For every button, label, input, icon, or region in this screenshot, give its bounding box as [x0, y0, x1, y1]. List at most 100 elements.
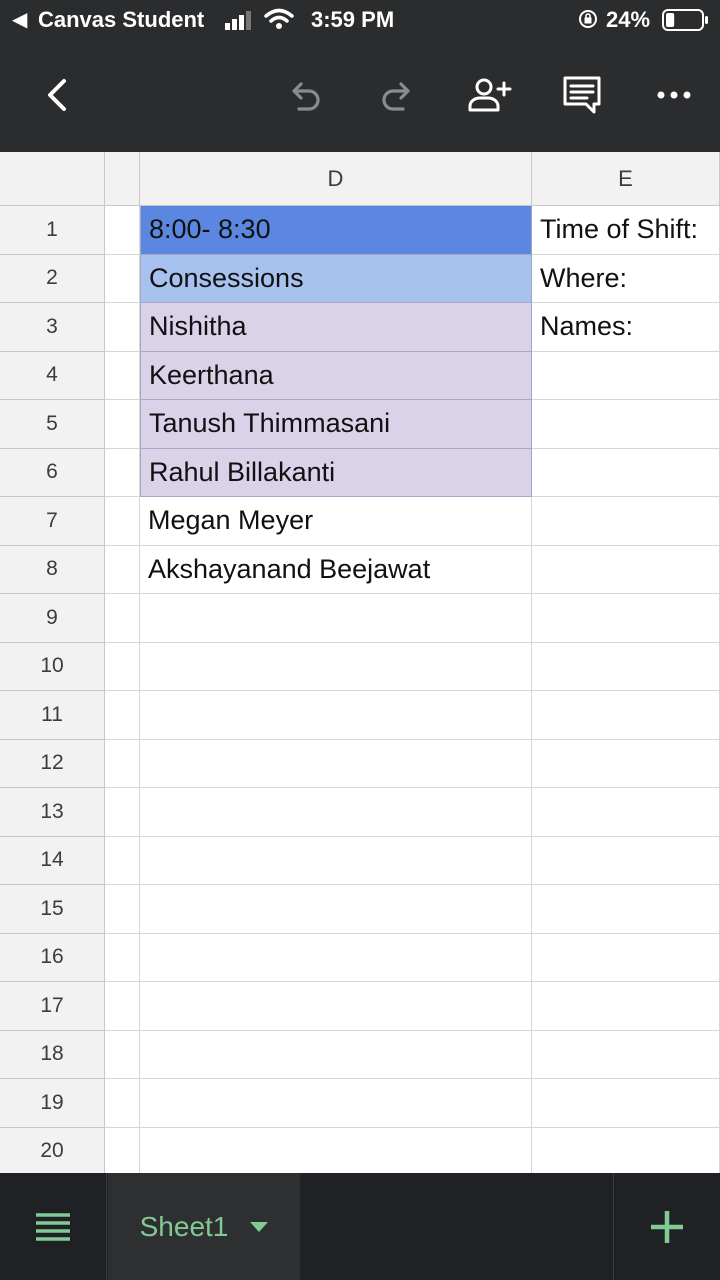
row-header[interactable]: 9	[0, 594, 105, 643]
cell-frozen[interactable]	[105, 1030, 140, 1079]
row-header[interactable]: 20	[0, 1127, 105, 1173]
more-options-button[interactable]	[649, 70, 699, 120]
row-header[interactable]: 8	[0, 545, 105, 594]
cell-e18[interactable]	[532, 1030, 720, 1079]
cell-e1[interactable]: Time of Shift:	[532, 206, 720, 255]
cell-d10[interactable]	[140, 642, 532, 691]
row-header[interactable]: 5	[0, 400, 105, 449]
cell-e8[interactable]	[532, 545, 720, 594]
share-button[interactable]	[464, 70, 514, 120]
status-bar: ◀ Canvas Student 3:59 PM 24%	[0, 0, 720, 40]
back-icon	[48, 79, 66, 111]
cell-frozen[interactable]	[105, 739, 140, 788]
spreadsheet-grid[interactable]: D E 1 8:00- 8:30 Time of Shift: 2 Consession…	[0, 152, 720, 1173]
row-header[interactable]: 4	[0, 351, 105, 400]
cell-d16[interactable]	[140, 933, 532, 982]
more-icon	[657, 91, 691, 99]
column-header-frozen[interactable]	[105, 152, 140, 206]
undo-button[interactable]	[280, 70, 330, 120]
cell-d5[interactable]: Tanush Thimmasani	[140, 400, 532, 449]
cell-frozen[interactable]	[105, 1127, 140, 1173]
row-header[interactable]: 12	[0, 739, 105, 788]
cell-d13[interactable]	[140, 788, 532, 837]
dropdown-arrow-icon[interactable]	[250, 1221, 269, 1232]
row-header[interactable]: 11	[0, 691, 105, 740]
cell-frozen[interactable]	[105, 497, 140, 546]
cell-d11[interactable]	[140, 691, 532, 740]
row-header[interactable]: 17	[0, 982, 105, 1031]
cell-e11[interactable]	[532, 691, 720, 740]
all-sheets-button[interactable]	[0, 1173, 107, 1280]
cell-e20[interactable]	[532, 1127, 720, 1173]
back-to-app-label[interactable]: Canvas Student	[38, 8, 204, 32]
cell-frozen[interactable]	[105, 351, 140, 400]
cell-frozen[interactable]	[105, 885, 140, 934]
cell-d18[interactable]	[140, 1030, 532, 1079]
cell-e16[interactable]	[532, 933, 720, 982]
cell-frozen[interactable]	[105, 545, 140, 594]
back-to-app-icon[interactable]: ◀	[12, 9, 27, 31]
cell-frozen[interactable]	[105, 933, 140, 982]
row-header[interactable]: 13	[0, 788, 105, 837]
cell-frozen[interactable]	[105, 206, 140, 255]
cell-frozen[interactable]	[105, 400, 140, 449]
cell-e13[interactable]	[532, 788, 720, 837]
column-header-d[interactable]: D	[140, 152, 532, 206]
cell-frozen[interactable]	[105, 642, 140, 691]
cell-e19[interactable]	[532, 1079, 720, 1128]
row-header[interactable]: 3	[0, 303, 105, 352]
row-header[interactable]: 14	[0, 836, 105, 885]
comments-button[interactable]	[557, 70, 607, 120]
row-header[interactable]: 15	[0, 885, 105, 934]
cell-e5[interactable]	[532, 400, 720, 449]
cell-d1[interactable]: 8:00- 8:30	[140, 206, 532, 255]
cell-frozen[interactable]	[105, 303, 140, 352]
row-header[interactable]: 16	[0, 933, 105, 982]
cell-frozen[interactable]	[105, 254, 140, 303]
add-sheet-button[interactable]	[613, 1173, 720, 1280]
cell-e9[interactable]	[532, 594, 720, 643]
cell-frozen[interactable]	[105, 691, 140, 740]
cell-d12[interactable]	[140, 739, 532, 788]
cell-frozen[interactable]	[105, 836, 140, 885]
select-all-corner[interactable]	[0, 152, 105, 206]
cell-e10[interactable]	[532, 642, 720, 691]
cell-e2[interactable]: Where:	[532, 254, 720, 303]
row-header[interactable]: 1	[0, 206, 105, 255]
row-header[interactable]: 6	[0, 448, 105, 497]
cell-d14[interactable]	[140, 836, 532, 885]
cell-d7[interactable]: Megan Meyer	[140, 497, 532, 546]
cell-e6[interactable]	[532, 448, 720, 497]
row-header[interactable]: 7	[0, 497, 105, 546]
cell-frozen[interactable]	[105, 788, 140, 837]
cell-frozen[interactable]	[105, 448, 140, 497]
cell-e12[interactable]	[532, 739, 720, 788]
row-header[interactable]: 2	[0, 254, 105, 303]
cell-e4[interactable]	[532, 351, 720, 400]
cell-d9[interactable]	[140, 594, 532, 643]
cell-d4[interactable]: Keerthana	[140, 351, 532, 400]
cell-d2[interactable]: Consessions	[140, 254, 532, 303]
cell-d19[interactable]	[140, 1079, 532, 1128]
cell-frozen[interactable]	[105, 594, 140, 643]
cell-frozen[interactable]	[105, 1079, 140, 1128]
row-header[interactable]: 10	[0, 642, 105, 691]
cell-e17[interactable]	[532, 982, 720, 1031]
column-header-e[interactable]: E	[532, 152, 720, 206]
row-header[interactable]: 19	[0, 1079, 105, 1128]
cell-frozen[interactable]	[105, 982, 140, 1031]
cell-e14[interactable]	[532, 836, 720, 885]
cell-d17[interactable]	[140, 982, 532, 1031]
cell-e15[interactable]	[532, 885, 720, 934]
back-button[interactable]	[33, 70, 83, 120]
cell-d20[interactable]	[140, 1127, 532, 1173]
cell-d3[interactable]: Nishitha	[140, 303, 532, 352]
redo-button[interactable]	[372, 70, 422, 120]
row-header[interactable]: 18	[0, 1030, 105, 1079]
cell-e7[interactable]	[532, 497, 720, 546]
cell-e3[interactable]: Names:	[532, 303, 720, 352]
sheet-tab[interactable]: Sheet1	[108, 1173, 300, 1280]
cell-d8[interactable]: Akshayanand Beejawat	[140, 545, 532, 594]
cell-d6[interactable]: Rahul Billakanti	[140, 448, 532, 497]
cell-d15[interactable]	[140, 885, 532, 934]
